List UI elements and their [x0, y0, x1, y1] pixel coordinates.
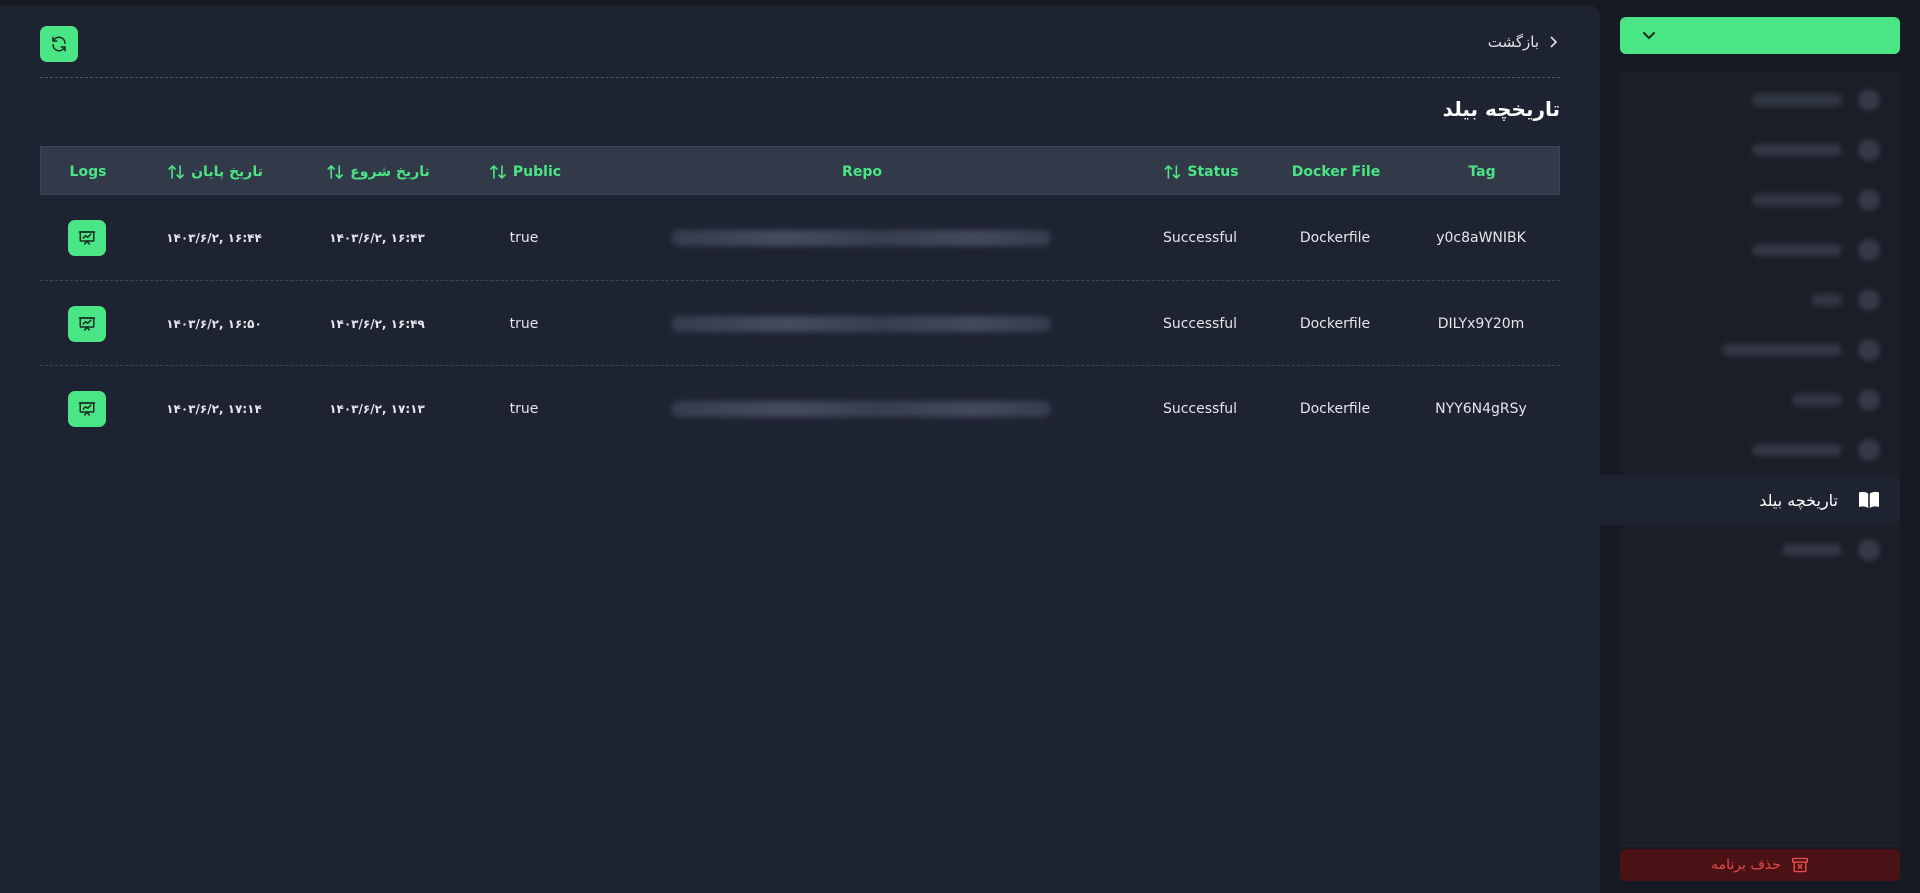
cell-status: Successful [1162, 315, 1238, 332]
cell-docker-file: Dockerfile [1299, 315, 1371, 332]
column-header-status[interactable]: Status [1163, 147, 1239, 196]
redacted-repo-url [671, 315, 1051, 332]
column-header-public[interactable]: Public [489, 147, 561, 196]
redacted-icon [1858, 89, 1880, 111]
cell-repo-redacted [671, 281, 1051, 366]
sort-icon[interactable] [489, 164, 507, 180]
table-row: DILYx9Y20m Dockerfile Successful true ۱۶… [40, 280, 1560, 365]
cell-start-date: ۱۶:۴۹ ,۱۴۰۳/۶/۲ [329, 316, 425, 331]
cell-end-date: ۱۶:۴۴ ,۱۴۰۳/۶/۲ [166, 230, 262, 245]
logs-button[interactable] [68, 219, 106, 256]
cell-logs [68, 281, 106, 366]
redacted-icon [1858, 439, 1880, 461]
logs-button[interactable] [68, 305, 106, 342]
cell-public: true [509, 229, 539, 246]
redacted-icon [1858, 339, 1880, 361]
cell-end-date: ۱۷:۱۴ ,۱۴۰۳/۶/۲ [166, 401, 262, 416]
refresh-icon [52, 36, 66, 52]
column-header-docker-file[interactable]: Docker File [1292, 147, 1380, 196]
chevron-down-icon [1643, 31, 1655, 39]
cell-start-date: ۱۷:۱۳ ,۱۴۰۳/۶/۲ [329, 401, 425, 416]
main-panel: بازگشت تاریخچه بیلد Tag Docker File Stat… [0, 5, 1600, 893]
cell-logs [68, 195, 106, 280]
cell-status: Successful [1162, 229, 1238, 246]
sort-icon[interactable] [167, 164, 185, 180]
back-label: بازگشت [1487, 33, 1539, 51]
cell-public: true [509, 400, 539, 417]
redacted-icon [1858, 239, 1880, 261]
sidebar-item-build-history[interactable]: تاریخچه بیلد [1600, 475, 1900, 525]
logs-button[interactable] [68, 390, 106, 427]
sort-icon[interactable] [326, 164, 344, 180]
sidebar-item-redacted[interactable] [1620, 425, 1900, 475]
cell-logs [68, 366, 106, 451]
sidebar-item-redacted[interactable] [1620, 75, 1900, 125]
presentation-chart-icon [78, 316, 96, 331]
refresh-button[interactable] [40, 26, 78, 62]
archive-x-icon [1791, 857, 1808, 873]
redacted-repo-url [671, 229, 1051, 246]
column-header-end-date[interactable]: تاریخ پایان [167, 147, 263, 196]
table-header: Tag Docker File Status Repo Public تاریخ… [40, 146, 1560, 195]
sidebar-item-label: تاریخچه بیلد [1759, 490, 1838, 510]
sidebar-item-redacted[interactable] [1620, 275, 1900, 325]
sort-icon[interactable] [1163, 164, 1181, 180]
table-row: y0c8aWNIBK Dockerfile Successful true ۱۶… [40, 195, 1560, 280]
column-header-tag[interactable]: Tag [1468, 147, 1495, 196]
presentation-chart-icon [78, 401, 96, 416]
book-open-icon [1859, 491, 1879, 508]
cell-repo-redacted [671, 366, 1051, 451]
cell-start-date: ۱۶:۴۳ ,۱۴۰۳/۶/۲ [329, 230, 425, 245]
redacted-icon [1858, 289, 1880, 311]
column-header-start-date[interactable]: تاریخ شروع [326, 147, 430, 196]
cell-status: Successful [1162, 400, 1238, 417]
presentation-chart-icon [78, 230, 96, 245]
sidebar-item-redacted[interactable] [1620, 125, 1900, 175]
column-header-repo[interactable]: Repo [842, 147, 882, 196]
cell-end-date: ۱۶:۵۰ ,۱۴۰۳/۶/۲ [166, 316, 262, 331]
build-history-table: Tag Docker File Status Repo Public تاریخ… [40, 146, 1560, 450]
cell-repo-redacted [671, 195, 1051, 280]
cell-tag: y0c8aWNIBK [1436, 229, 1526, 246]
delete-app-button[interactable]: حذف برنامه [1620, 849, 1900, 881]
sidebar-item-redacted[interactable] [1620, 525, 1900, 575]
sidebar-item-redacted[interactable] [1620, 175, 1900, 225]
page-title: تاریخچه بیلد [1442, 97, 1560, 121]
cell-docker-file: Dockerfile [1299, 229, 1371, 246]
sidebar-item-redacted[interactable] [1620, 225, 1900, 275]
column-header-logs: Logs [69, 163, 107, 180]
delete-app-label: حذف برنامه [1711, 857, 1781, 873]
table-row: NYY6N4gRSy Dockerfile Successful true ۱۷… [40, 365, 1560, 450]
cell-tag: DILYx9Y20m [1437, 315, 1525, 332]
redacted-icon [1858, 539, 1880, 561]
cell-tag: NYY6N4gRSy [1435, 400, 1527, 417]
redacted-icon [1858, 139, 1880, 161]
cell-docker-file: Dockerfile [1299, 400, 1371, 417]
cell-public: true [509, 315, 539, 332]
sidebar-item-redacted[interactable] [1620, 325, 1900, 375]
chevron-right-icon [1550, 36, 1558, 48]
sidebar-item-redacted[interactable] [1620, 375, 1900, 425]
header-divider [40, 77, 1560, 78]
redacted-icon [1858, 389, 1880, 411]
back-link[interactable]: بازگشت [1488, 33, 1558, 51]
app-selector-dropdown[interactable] [1620, 17, 1900, 54]
redacted-repo-url [671, 400, 1051, 417]
redacted-icon [1858, 189, 1880, 211]
